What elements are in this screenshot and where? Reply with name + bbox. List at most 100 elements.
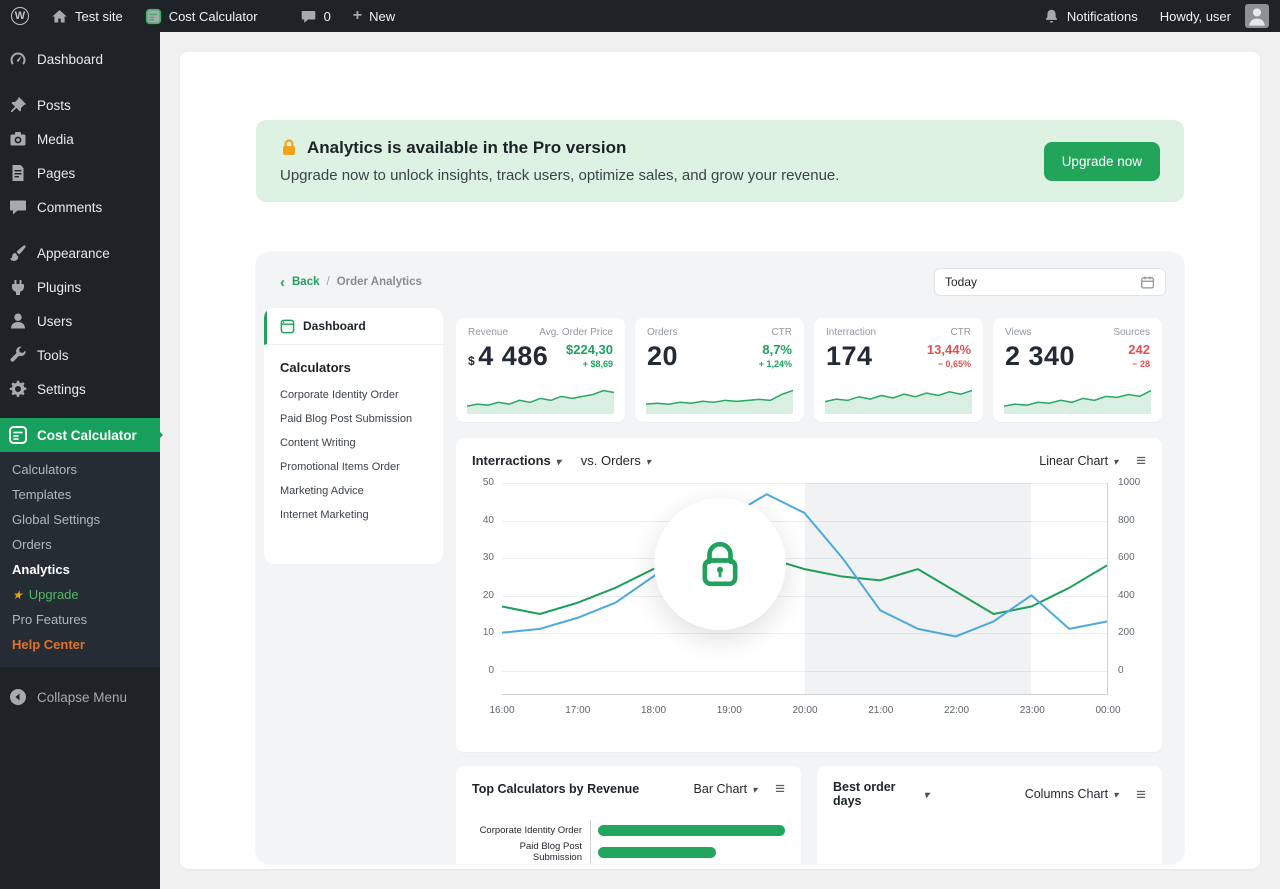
sidebar-item-label: Plugins: [37, 280, 81, 295]
plugins-icon: [8, 277, 28, 297]
preview-tab-dashboard[interactable]: Dashboard: [264, 308, 443, 345]
date-range-picker[interactable]: Today: [934, 268, 1166, 296]
users-icon: [8, 311, 28, 331]
sparkline-chart: [825, 387, 972, 414]
sidebar-item-label: Tools: [37, 348, 69, 363]
new-content-menu[interactable]: New: [342, 0, 406, 32]
site-menu[interactable]: Test site: [40, 0, 134, 32]
date-range-value: Today: [945, 275, 977, 289]
chevron-down-icon: [747, 782, 757, 796]
lock-icon: [692, 536, 748, 592]
series-a-select[interactable]: Interractions: [472, 453, 561, 468]
submenu-item-pro-features[interactable]: Pro Features: [0, 607, 160, 632]
bar-row: Paid Blog Post Submission: [472, 841, 785, 863]
stat-delta: + $8,69: [566, 359, 613, 369]
stat-metric: 242: [1128, 342, 1150, 357]
tools-icon: [8, 345, 28, 365]
sidebar-item-comments[interactable]: Comments: [0, 190, 160, 224]
submenu-item-help-center[interactable]: Help Center: [0, 632, 160, 657]
nav-item-calculator[interactable]: Corporate Identity Order: [264, 383, 443, 407]
sidebar-item-plugins[interactable]: Plugins: [0, 270, 160, 304]
site-name: Test site: [75, 9, 123, 24]
sidebar-item-posts[interactable]: Posts: [0, 88, 160, 122]
y-axis-left: 01020304050: [472, 483, 502, 695]
upgrade-now-button[interactable]: Upgrade now: [1044, 142, 1160, 181]
admin-sidebar: Dashboard Posts Media Pages Comments App…: [0, 32, 160, 889]
sidebar-item-label: Settings: [37, 382, 86, 397]
chart-menu-icon[interactable]: [775, 780, 785, 797]
nav-item-calculator[interactable]: Marketing Advice: [264, 479, 443, 503]
sparkline-chart: [1004, 387, 1151, 414]
back-link[interactable]: Back: [292, 276, 320, 288]
analytics-page-card: Analytics is available in the Pro versio…: [180, 52, 1260, 869]
sidebar-item-tools[interactable]: Tools: [0, 338, 160, 372]
dashboard-icon: [8, 49, 28, 69]
collapse-menu-button[interactable]: Collapse Menu: [0, 679, 160, 715]
stat-label: Views: [1005, 327, 1032, 338]
bar-row: Corporate Identity Order: [472, 819, 785, 841]
calculators-heading: Calculators: [264, 345, 443, 383]
nav-item-calculator[interactable]: Internet Marketing: [264, 503, 443, 527]
submenu-item-global-settings[interactable]: Global Settings: [0, 507, 160, 532]
sidebar-item-settings[interactable]: Settings: [0, 372, 160, 406]
chart-menu-icon[interactable]: [1136, 452, 1146, 469]
chart-type-select[interactable]: Bar Chart: [694, 782, 758, 796]
sidebar-item-dashboard[interactable]: Dashboard: [0, 42, 160, 76]
stat-metric: 13,44%: [927, 342, 971, 357]
sidebar-item-cost-calculator[interactable]: Cost Calculator: [0, 418, 160, 452]
menu-separator: [0, 224, 160, 236]
card-title-select[interactable]: Best order days: [833, 780, 929, 808]
chevron-down-icon: [641, 453, 651, 468]
sidebar-item-media[interactable]: Media: [0, 122, 160, 156]
lock-icon: [280, 138, 298, 158]
avatar: [1245, 4, 1269, 28]
menu-separator: [0, 76, 160, 88]
sidebar-item-appearance[interactable]: Appearance: [0, 236, 160, 270]
notifications-menu[interactable]: Notifications: [1032, 0, 1149, 32]
howdy-label: Howdy, user: [1160, 9, 1231, 24]
nav-item-calculator[interactable]: Promotional Items Order: [264, 455, 443, 479]
top-calculators-card: Top Calculators by Revenue Bar Chart Cor…: [456, 766, 801, 864]
chevron-left-icon: [280, 275, 285, 290]
cost-calculator-toolbar-menu[interactable]: Cost Calculator: [134, 0, 269, 32]
wp-logo-menu[interactable]: W: [0, 0, 40, 32]
preview-dashboard: RevenueAvg. Order Price $4 486 $224,30+ …: [456, 308, 1162, 864]
submenu-item-analytics[interactable]: Analytics: [0, 557, 160, 582]
account-menu[interactable]: Howdy, user: [1149, 0, 1280, 32]
sidebar-item-label: Dashboard: [37, 52, 103, 67]
chevron-down-icon: [1108, 454, 1118, 468]
sidebar-item-label: Users: [37, 314, 72, 329]
cost-calculator-icon: [145, 8, 162, 25]
chevron-down-icon: [919, 787, 929, 801]
stat-card-revenue: RevenueAvg. Order Price $4 486 $224,30+ …: [456, 318, 625, 422]
sidebar-item-users[interactable]: Users: [0, 304, 160, 338]
series-b-select[interactable]: vs. Orders: [581, 453, 651, 468]
chart-type-select[interactable]: Columns Chart: [1025, 787, 1118, 801]
breadcrumb-separator: /: [327, 276, 330, 288]
media-icon: [8, 129, 28, 149]
y-axis-right: 02004006008001000: [1108, 483, 1146, 695]
bar-label: Corporate Identity Order: [472, 825, 590, 836]
submenu-item-orders[interactable]: Orders: [0, 532, 160, 557]
collapse-icon: [8, 687, 28, 707]
admin-bar: W Test site Cost Calculator 0 New Notifi…: [0, 0, 1280, 32]
submenu-item-calculators[interactable]: Calculators: [0, 457, 160, 482]
settings-icon: [8, 379, 28, 399]
nav-item-calculator[interactable]: Content Writing: [264, 431, 443, 455]
nav-item-calculator[interactable]: Paid Blog Post Submission: [264, 407, 443, 431]
preview-header: Back / Order Analytics Today: [256, 252, 1184, 308]
chart-type-select[interactable]: Linear Chart: [1039, 454, 1118, 468]
stat-value: 20: [647, 342, 678, 372]
chart-menu-icon[interactable]: [1136, 786, 1146, 803]
bell-icon: [1043, 8, 1060, 25]
sidebar-item-label: Cost Calculator: [37, 428, 137, 443]
appearance-icon: [8, 243, 28, 263]
bar-label: Paid Blog Post Submission: [472, 841, 590, 863]
comments-toolbar-menu[interactable]: 0: [289, 0, 342, 32]
stat-card-interraction: InterractionCTR 174 13,44%− 0,65%: [814, 318, 983, 422]
sidebar-item-pages[interactable]: Pages: [0, 156, 160, 190]
submenu-item-templates[interactable]: Templates: [0, 482, 160, 507]
submenu-item-upgrade[interactable]: Upgrade: [0, 582, 160, 607]
currency-prefix: $: [468, 355, 475, 368]
chevron-down-icon: [551, 453, 561, 468]
